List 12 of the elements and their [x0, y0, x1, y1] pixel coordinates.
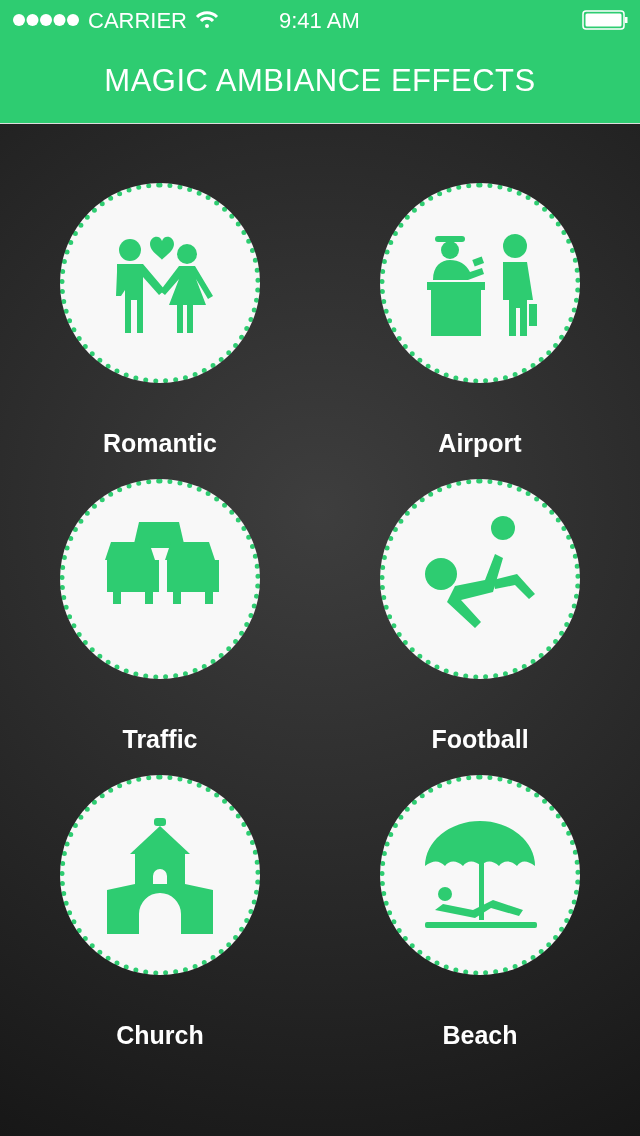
signal-icon — [12, 13, 80, 27]
effect-label: Football — [431, 724, 529, 755]
effect-label: Traffic — [122, 724, 198, 755]
carrier-label: CARRIER — [88, 6, 187, 35]
effect-label: Airport — [438, 428, 522, 459]
app-title: MAGIC AMBIANCE EFFECTS — [104, 62, 536, 101]
effect-label: Beach — [442, 1020, 518, 1051]
wifi-icon — [195, 11, 219, 29]
effect-label: Romantic — [103, 428, 217, 459]
battery-icon — [582, 10, 628, 30]
effect-label: Church — [116, 1020, 204, 1051]
status-time: 9:41 AM — [279, 6, 360, 35]
